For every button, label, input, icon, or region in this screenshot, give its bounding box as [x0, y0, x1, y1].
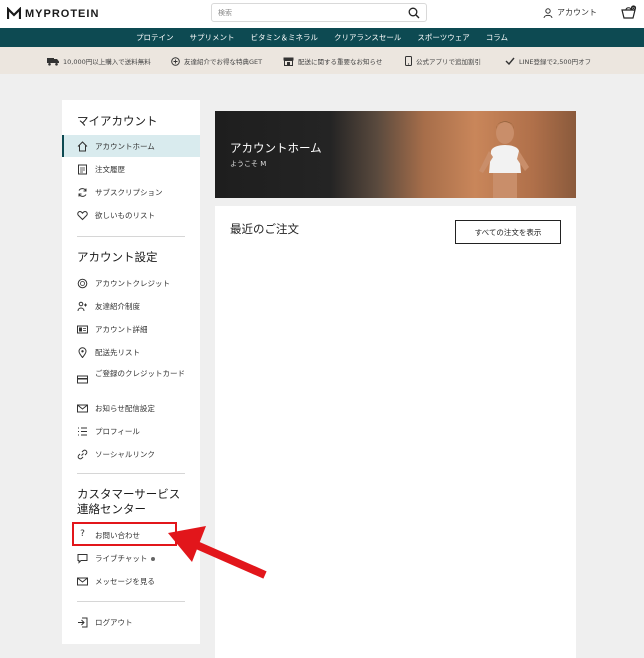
sidebar-item-label: サブスクリプション [95, 188, 163, 197]
user-icon [543, 7, 553, 18]
sidebar-item-label: アカウント詳細 [95, 325, 148, 334]
promo-label: LINE登録で2,500円オフ [519, 58, 592, 66]
nav-item-sportswear[interactable]: スポーツウェア [417, 32, 469, 43]
sidebar-item-label: プロフィール [95, 427, 140, 436]
promo-referral[interactable]: 友達紹介でお得な特典GET [171, 56, 262, 66]
sidebar-item-notifications[interactable]: お知らせ配信設定 [62, 397, 200, 419]
sidebar-item-logout[interactable]: ログアウト [62, 612, 200, 634]
sidebar-item-account-home[interactable]: アカウントホーム [62, 135, 200, 157]
sidebar-item-label: 友達紹介制度 [95, 302, 140, 311]
sidebar-item-label: お知らせ配信設定 [95, 404, 155, 413]
top-header: MYPROTEIN 検索 アカウント 0 [0, 0, 644, 28]
logo-mark-icon [7, 7, 21, 19]
nav-item-supplements[interactable]: サプリメント [190, 32, 235, 43]
promo-line[interactable]: LINE登録で2,500円オフ [505, 56, 591, 66]
promo-app[interactable]: 公式アプリで追加割引 [405, 56, 481, 66]
credit-card-icon [77, 375, 88, 384]
sidebar-divider [77, 236, 185, 237]
sidebar-item-label: 欲しいものリスト [95, 211, 155, 220]
sidebar-item-label: アカウントホーム [95, 142, 155, 151]
runner-image [479, 121, 529, 198]
credit-coin-icon [77, 278, 88, 289]
promo-bar: 10,000円以上購入で送料無料 友達紹介でお得な特典GET 配送に関する重要な… [0, 47, 644, 74]
link-icon [77, 449, 88, 460]
promo-label: 配送に関する重要なお知らせ [298, 58, 383, 66]
list-icon [78, 427, 87, 436]
search-placeholder: 検索 [218, 9, 232, 17]
customer-service-heading-line1: カスタマーサービス [77, 487, 181, 501]
sidebar-item-label: 配送先リスト [95, 348, 140, 357]
red-arrow-annotation [168, 526, 267, 579]
mail-icon [77, 404, 88, 413]
sidebar-divider [77, 601, 185, 602]
account-link[interactable]: アカウント [543, 7, 597, 18]
promo-label: 公式アプリで追加割引 [416, 58, 481, 66]
check-icon [505, 57, 515, 65]
sidebar-item-wishlist[interactable]: 欲しいものリスト [62, 204, 200, 226]
sidebar-item-profile[interactable]: プロフィール [62, 420, 200, 442]
sidebar-item-saved-cards[interactable]: ご登録のクレジットカード [62, 364, 200, 396]
my-account-heading: マイアカウント [77, 114, 158, 128]
chat-icon [77, 554, 88, 564]
myprotein-logo[interactable]: MYPROTEIN [7, 7, 99, 20]
sidebar-item-label: ソーシャルリンク [95, 450, 155, 459]
promo-shipping-notice[interactable]: 配送に関する重要なお知らせ [283, 56, 382, 66]
truck-icon [47, 57, 59, 66]
sidebar-item-referral[interactable]: 友達紹介制度 [62, 295, 200, 317]
mail-icon [77, 577, 88, 586]
promo-label: 友達紹介でお得な特典GET [184, 58, 263, 66]
customer-service-heading: カスタマーサービス 連絡センター [77, 487, 180, 517]
view-all-orders-button[interactable]: すべての注文を表示 [455, 220, 561, 244]
sidebar-item-label: ログアウト [95, 618, 133, 627]
sidebar-item-label: アカウントクレジット [95, 279, 170, 288]
sidebar-item-order-history[interactable]: 注文履歴 [62, 158, 200, 180]
recent-orders-title: 最近のご注文 [230, 222, 299, 236]
banner-title: アカウントホーム [230, 141, 322, 155]
recent-orders-panel: 最近のご注文 すべての注文を表示 [215, 206, 576, 658]
location-pin-icon [78, 347, 87, 358]
account-home-banner: アカウントホーム ようこそ M [215, 111, 576, 198]
referral-icon [171, 56, 180, 66]
heart-icon [77, 210, 88, 221]
cart-icon[interactable]: 0 [621, 5, 637, 21]
sidebar-item-account-details[interactable]: アカウント詳細 [62, 318, 200, 340]
nav-item-vitamins[interactable]: ビタミン＆ミネラル [251, 32, 319, 43]
id-card-icon [77, 325, 88, 334]
promo-free-shipping[interactable]: 10,000円以上購入で送料無料 [47, 56, 151, 66]
welcome-message: ようこそ M [230, 160, 267, 168]
phone-icon [405, 56, 412, 66]
promo-label: 10,000円以上購入で送料無料 [63, 58, 151, 66]
sidebar-item-label: メッセージを見る [95, 577, 155, 586]
receipt-icon [78, 164, 87, 175]
sidebar-divider [77, 473, 185, 474]
sidebar-item-social-links[interactable]: ソーシャルリンク [62, 443, 200, 465]
referral-icon [77, 301, 87, 312]
nav-item-protein[interactable]: プロテイン [136, 32, 174, 43]
sidebar-item-label: ライブチャット [95, 554, 156, 564]
warehouse-icon [283, 57, 294, 66]
sidebar-item-label: 注文履歴 [95, 165, 125, 174]
live-chat-label: ライブチャット [95, 554, 148, 563]
logout-icon [78, 617, 88, 628]
sidebar-item-subscription[interactable]: サブスクリプション [62, 181, 200, 203]
home-icon [77, 141, 88, 152]
account-settings-heading: アカウント設定 [77, 250, 158, 264]
search-icon[interactable] [408, 7, 420, 19]
sidebar-item-addresses[interactable]: 配送先リスト [62, 341, 200, 363]
customer-service-heading-line2: 連絡センター [77, 502, 146, 516]
sidebar-item-label: ご登録のクレジットカード [95, 369, 185, 378]
nav-item-column[interactable]: コラム [486, 32, 508, 43]
refresh-icon [78, 188, 87, 197]
account-label: アカウント [557, 8, 597, 17]
main-nav: プロテイン サプリメント ビタミン＆ミネラル クリアランスセール スポーツウェア… [0, 28, 644, 47]
search-input[interactable]: 検索 [211, 3, 427, 22]
sidebar-item-account-credit[interactable]: アカウントクレジット [62, 272, 200, 294]
logo-text: MYPROTEIN [25, 7, 100, 20]
nav-item-clearance[interactable]: クリアランスセール [334, 32, 401, 43]
